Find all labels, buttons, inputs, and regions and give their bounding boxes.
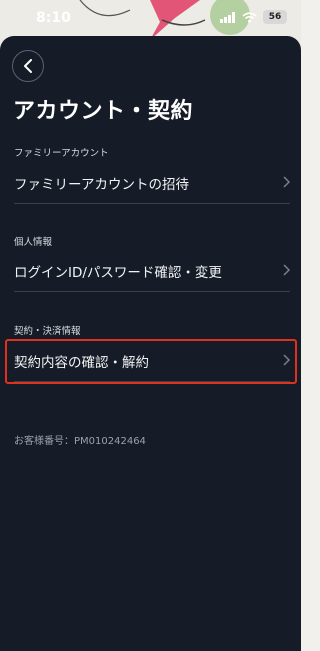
status-time: 8:10 — [36, 10, 71, 26]
account-sheet: アカウント・契約 ファミリーアカウント ファミリーアカウントの招待 個人情報 ロ… — [0, 36, 301, 651]
chevron-left-icon — [24, 59, 32, 73]
back-button[interactable] — [12, 50, 44, 82]
section-header-contract: 契約・決済情報 — [14, 326, 81, 337]
chevron-right-icon — [283, 354, 290, 366]
row-label: ファミリーアカウントの招待 — [14, 176, 189, 193]
row-family-invite[interactable]: ファミリーアカウントの招待 — [14, 162, 290, 204]
battery-indicator: 56 — [263, 10, 287, 24]
chevron-right-icon — [283, 264, 290, 276]
row-login-password[interactable]: ログインID/パスワード確認・変更 — [14, 250, 290, 292]
section-header-personal-info: 個人情報 — [14, 237, 53, 248]
row-label: 契約内容の確認・解約 — [14, 354, 149, 371]
chevron-right-icon — [283, 176, 290, 188]
row-label: ログインID/パスワード確認・変更 — [14, 264, 222, 281]
row-contract-cancel[interactable]: 契約内容の確認・解約 — [14, 340, 290, 382]
page-title: アカウント・契約 — [13, 99, 194, 124]
status-icons: 56 — [220, 10, 287, 24]
wifi-icon — [242, 11, 257, 23]
status-bar: 8:10 56 — [0, 0, 301, 36]
customer-number: お客様番号：PM010242464 — [14, 436, 146, 447]
signal-icon — [220, 11, 235, 23]
section-header-family: ファミリーアカウント — [14, 148, 109, 159]
